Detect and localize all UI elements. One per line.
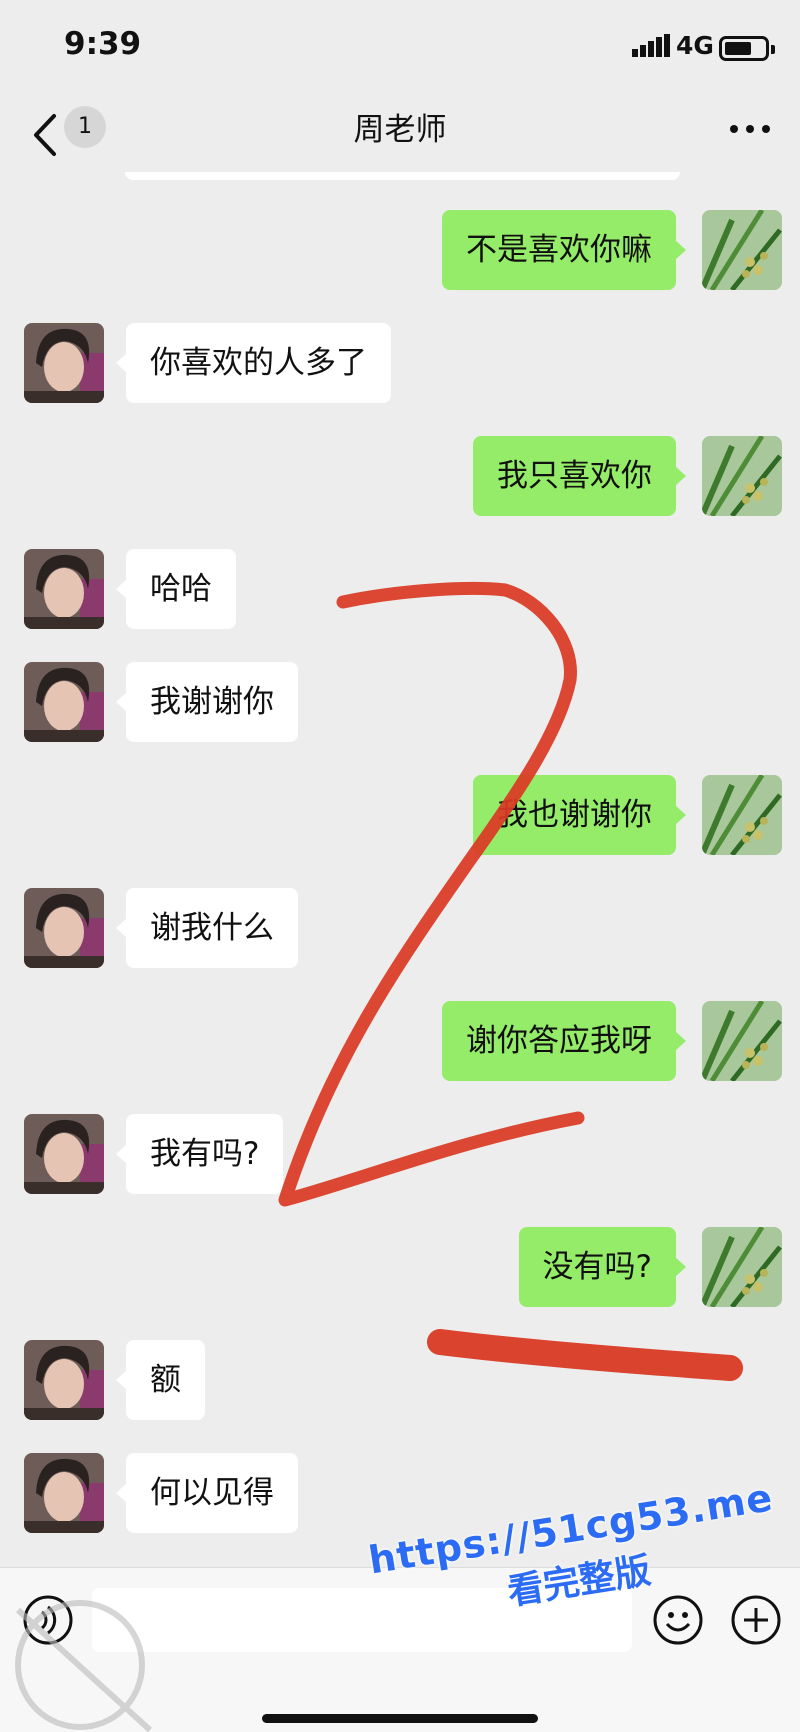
signal-icon	[632, 34, 670, 57]
incoming-message-bubble[interactable]: 我谢谢你	[116, 662, 298, 742]
outgoing-message-bubble[interactable]: 我只喜欢你	[473, 436, 686, 516]
contact-avatar[interactable]	[24, 1453, 104, 1533]
home-indicator	[262, 1714, 538, 1723]
incoming-message-bubble[interactable]: 何以见得	[116, 1453, 298, 1533]
message-row: 额	[0, 1340, 800, 1422]
outgoing-message-bubble[interactable]: 没有吗?	[518, 1227, 687, 1307]
partial-message-bubble	[125, 172, 680, 180]
contact-avatar[interactable]	[24, 1114, 104, 1194]
more-dots-icon[interactable]	[728, 114, 772, 144]
watermark-logo-icon	[15, 1600, 153, 1732]
chat-area[interactable]: 不是喜欢你嘛 你喜欢的人多了我只喜欢你哈哈我谢谢你我也谢谢你谢我什么谢你答应我呀我…	[0, 172, 800, 1567]
network-label: 4G	[676, 31, 714, 60]
outgoing-message-bubble[interactable]: 我也谢谢你	[473, 775, 686, 855]
my-avatar[interactable]	[702, 775, 782, 855]
message-row: 没有吗?	[0, 1227, 800, 1309]
incoming-message-bubble[interactable]: 你喜欢的人多了	[116, 323, 391, 403]
chat-title: 周老师	[353, 112, 447, 148]
my-avatar[interactable]	[702, 436, 782, 516]
message-row: 我谢谢你	[0, 662, 800, 744]
message-row: 谢你答应我呀	[0, 1001, 800, 1083]
incoming-message-bubble[interactable]: 我有吗?	[115, 1114, 284, 1194]
message-row: 谢我什么	[0, 888, 800, 970]
incoming-message-bubble[interactable]: 谢我什么	[116, 888, 298, 968]
message-row: 我只喜欢你	[0, 436, 800, 518]
contact-avatar[interactable]	[24, 323, 104, 403]
contact-avatar[interactable]	[24, 888, 104, 968]
message-row: 你喜欢的人多了	[0, 323, 800, 405]
message-row: 哈哈	[0, 549, 800, 631]
outgoing-message-bubble[interactable]: 谢你答应我呀	[442, 1001, 686, 1081]
contact-avatar[interactable]	[24, 662, 104, 742]
incoming-message-bubble[interactable]: 哈哈	[116, 549, 236, 629]
message-row: 不是喜欢你嘛	[0, 210, 800, 292]
my-avatar[interactable]	[702, 1001, 782, 1081]
battery-icon	[719, 36, 775, 61]
contact-avatar[interactable]	[24, 1340, 104, 1420]
emoji-icon[interactable]	[652, 1594, 704, 1646]
outgoing-message-bubble[interactable]: 不是喜欢你嘛	[442, 210, 686, 290]
status-time: 9:39	[64, 26, 142, 62]
my-avatar[interactable]	[702, 1227, 782, 1307]
contact-avatar[interactable]	[24, 549, 104, 629]
message-row: 我也谢谢你	[0, 775, 800, 857]
incoming-message-bubble[interactable]: 额	[116, 1340, 205, 1420]
my-avatar[interactable]	[702, 210, 782, 290]
plus-icon[interactable]	[730, 1594, 782, 1646]
message-row: 我有吗?	[0, 1114, 800, 1196]
status-bar: 9:39 4G	[0, 0, 800, 100]
